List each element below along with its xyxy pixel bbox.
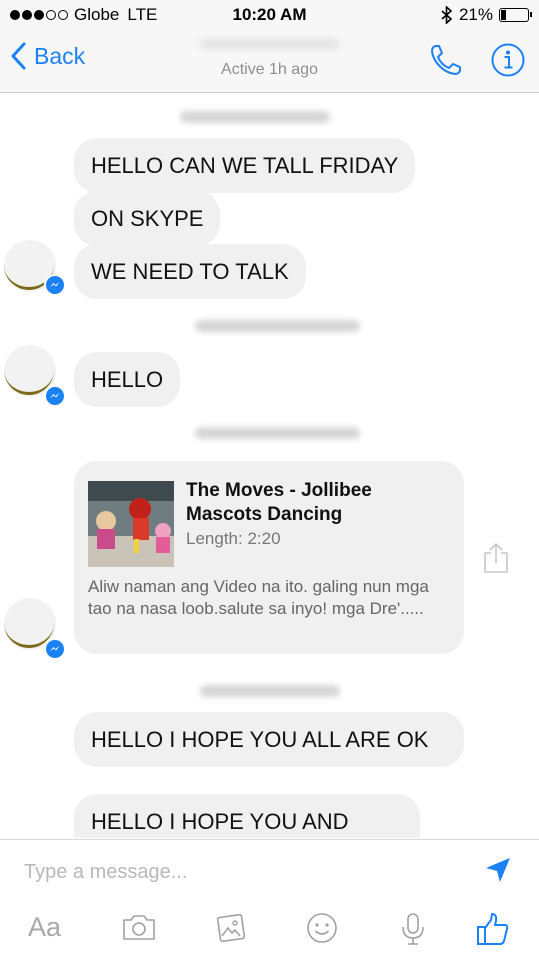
battery-percent: 21% (458, 5, 493, 24)
status-bar: Globe LTE 10:20 AM 21% (0, 0, 539, 30)
timestamp-redacted (195, 427, 360, 439)
photo-icon (216, 913, 246, 943)
avatar[interactable] (4, 345, 66, 407)
avatar[interactable] (4, 240, 66, 296)
info-button[interactable] (490, 42, 526, 83)
video-link-card[interactable]: The Moves - Jollibee Mascots Dancing Len… (74, 461, 464, 654)
microphone-icon (402, 913, 424, 945)
message-input[interactable] (22, 856, 456, 888)
message-composer: Aa (0, 839, 539, 961)
message-bubble[interactable]: HELLO CAN WE TALL FRIDAY (74, 138, 416, 193)
timestamp-redacted (195, 320, 360, 332)
camera-icon (123, 915, 155, 940)
message-bubble[interactable]: WE NEED TO TALK (74, 244, 306, 299)
like-button[interactable] (476, 912, 510, 951)
avatar[interactable] (4, 598, 66, 660)
status-right: 21% (441, 5, 532, 25)
video-length: Length: 2:20 (186, 529, 281, 548)
voice-button[interactable] (400, 912, 426, 951)
conversation-header: Back Active 1h ago (0, 30, 539, 93)
send-button[interactable] (484, 856, 512, 889)
messenger-badge-icon (44, 638, 66, 660)
call-button[interactable] (428, 42, 464, 83)
messenger-badge-icon (44, 274, 66, 296)
contact-name-redacted (200, 38, 340, 50)
share-icon (484, 542, 508, 573)
timestamp-redacted (200, 685, 340, 697)
video-description: Aliw naman ang Video na ito. galing nun … (88, 577, 429, 618)
battery-icon (499, 8, 532, 22)
send-arrow-icon (486, 858, 510, 882)
camera-button[interactable] (121, 912, 157, 947)
message-bubble[interactable]: ON SKYPE (74, 191, 221, 246)
message-bubble[interactable]: HELLO I HOPE YOU AND (74, 794, 420, 838)
messenger-badge-icon (44, 385, 66, 407)
message-thread[interactable]: HELLO CAN WE TALL FRIDAY ON SKYPE WE NEE… (0, 93, 539, 838)
share-button[interactable] (482, 542, 510, 579)
video-thumbnail[interactable] (88, 481, 174, 567)
photo-gallery-button[interactable] (214, 912, 246, 949)
smiley-icon (307, 913, 337, 943)
bluetooth-icon (441, 6, 453, 24)
phone-icon (431, 45, 461, 75)
info-icon (491, 43, 525, 77)
timestamp-redacted (180, 111, 330, 123)
thumbs-up-icon (477, 913, 509, 945)
message-bubble[interactable]: HELLO I HOPE YOU ALL ARE OK (74, 712, 464, 767)
message-bubble[interactable]: HELLO (74, 352, 181, 407)
sticker-button[interactable] (306, 912, 338, 949)
text-format-button[interactable]: Aa (28, 912, 61, 943)
video-title: The Moves - Jollibee Mascots Dancing (186, 480, 372, 525)
